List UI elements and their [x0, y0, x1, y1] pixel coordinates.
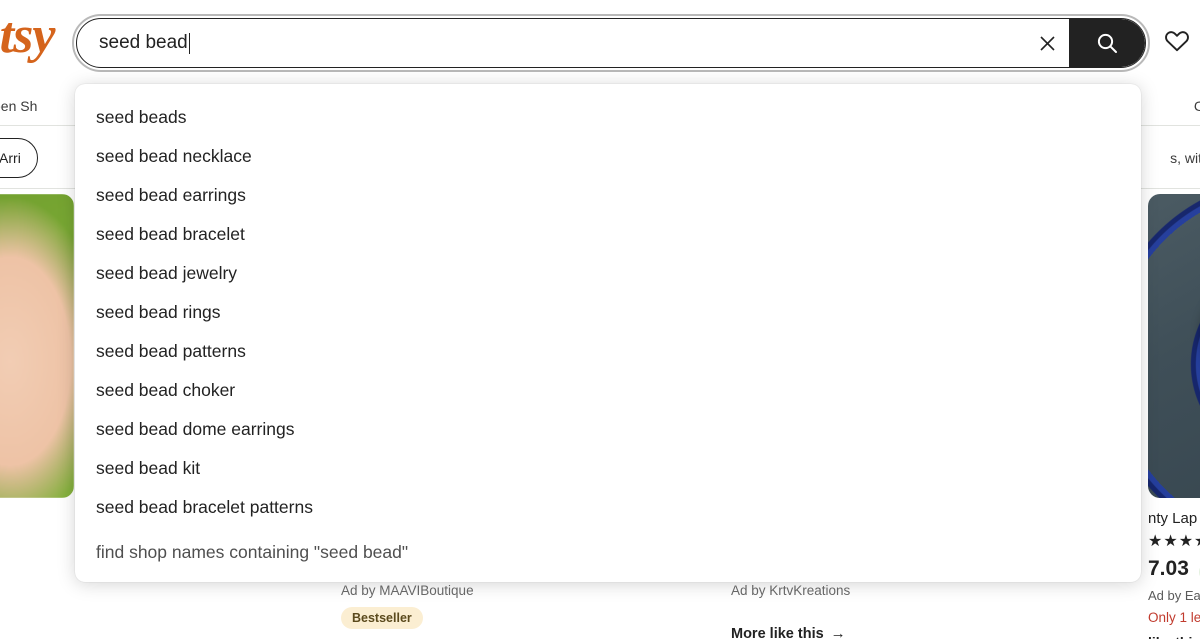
more-like-this-label: More like this [731, 625, 824, 639]
suggestion-item[interactable]: seed bead necklace [75, 137, 1141, 176]
product-image[interactable] [1148, 194, 1200, 498]
product-title: ful Pearl B [0, 509, 74, 528]
clear-search-button[interactable] [1025, 19, 1069, 67]
product-price-row: 7.03 FR [1148, 557, 1200, 581]
product-card-left[interactable]: ful Pearl B ★★★★⯪ (55) 30 $30.50 PanPity… [0, 194, 74, 639]
suggestion-item[interactable]: seed bead jewelry [75, 254, 1141, 293]
subnav-item-halloween-shop[interactable]: loween Sh [0, 98, 37, 114]
product-image[interactable] [0, 194, 74, 498]
search-submit-button[interactable] [1069, 19, 1145, 67]
star-rating-icon: ★★★★★ [1148, 533, 1200, 550]
filter-chip-estimated-arrival[interactable]: mated Arri [0, 137, 38, 178]
more-like-this-link[interactable]: like this → [1148, 634, 1200, 639]
product-card-right[interactable]: nty Lap ★★★★★ 7.03 FR Ad by Earthl Only … [1148, 194, 1200, 639]
product-title: nty Lap [1148, 510, 1198, 527]
product-shop-name[interactable]: PanPitys [0, 588, 74, 603]
low-stock-label: Only 1 left — [1148, 610, 1200, 625]
close-x-icon [1039, 35, 1055, 51]
subnav-item-right[interactable]: C [1194, 98, 1200, 114]
search-magnifier-icon [1097, 33, 1117, 53]
product-price: 7.03 [1148, 557, 1189, 580]
suggestion-item[interactable]: seed bead kit [75, 449, 1141, 488]
search-input-value: seed bead [99, 32, 188, 53]
arrow-right-icon: → [830, 625, 846, 639]
product-ad-attribution: Ad by Earthl [1148, 588, 1200, 603]
more-like-this-link[interactable]: More like this → [731, 625, 850, 639]
more-like-this-label: like this [1148, 634, 1200, 639]
heart-outline-icon [1165, 31, 1189, 52]
etsy-search-page: Etsy seed bead [0, 0, 1200, 639]
search-input[interactable]: seed bead [77, 19, 1025, 67]
product-price-row: 30 $30.50 [0, 557, 74, 581]
product-photo-hand-grass [0, 194, 74, 498]
ad-column-1: Ad by MAAVIBoutique Bestseller More like… [341, 583, 474, 639]
bestseller-badge: Bestseller [341, 607, 423, 629]
suggestion-item[interactable]: seed bead bracelet [75, 215, 1141, 254]
suggestion-item[interactable]: seed beads [75, 98, 1141, 137]
suggestion-item-shop-search[interactable]: find shop names containing "seed bead" [75, 533, 1141, 572]
etsy-logo[interactable]: Etsy [0, 8, 55, 64]
suggestion-item[interactable]: seed bead rings [75, 293, 1141, 332]
suggestion-item[interactable]: seed bead dome earrings [75, 410, 1141, 449]
text-caret [188, 32, 191, 54]
suggestion-item[interactable]: seed bead earrings [75, 176, 1141, 215]
search-bar-inner: seed bead [76, 18, 1146, 68]
search-autocomplete-dropdown: seed beads seed bead necklace seed bead … [75, 84, 1141, 582]
product-rating: ★★★★★ [1148, 534, 1200, 550]
results-meta-label: s, with Ad [1170, 149, 1200, 166]
site-header: Etsy seed bead [0, 0, 1200, 86]
suggestion-item[interactable]: seed bead bracelet patterns [75, 488, 1141, 527]
ad-attribution: Ad by MAAVIBoutique [341, 583, 474, 598]
suggestion-item[interactable]: seed bead choker [75, 371, 1141, 410]
search-bar[interactable]: seed bead [72, 14, 1150, 72]
product-photo-blue-bracelet [1148, 194, 1200, 498]
ad-column-2: Ad by KrtvKreations More like this → [731, 583, 850, 639]
suggestion-item[interactable]: seed bead patterns [75, 332, 1141, 371]
favorites-button[interactable] [1160, 24, 1194, 58]
product-rating: ★★★★⯪ (55) [0, 534, 74, 550]
ad-attribution: Ad by KrtvKreations [731, 583, 851, 598]
